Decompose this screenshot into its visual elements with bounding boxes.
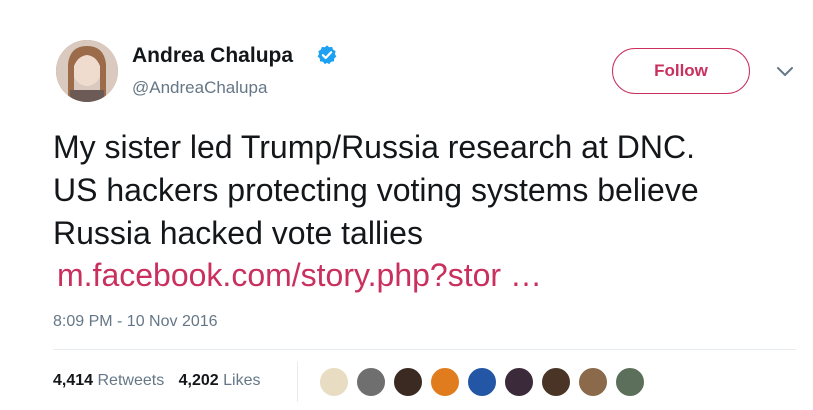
- tweet-timestamp[interactable]: 8:09 PM - 10 Nov 2016: [53, 313, 218, 331]
- chevron-down-icon[interactable]: [776, 66, 794, 78]
- liker-avatar-8[interactable]: [577, 366, 609, 398]
- author-handle[interactable]: @AndreaChalupa: [132, 78, 267, 98]
- verified-badge-icon: [317, 45, 337, 65]
- likes-stat[interactable]: 4,202 Likes: [179, 372, 261, 390]
- liker-avatar-9[interactable]: [614, 366, 646, 398]
- tweet-text-line: Russia hacked vote tallies: [53, 215, 423, 251]
- likes-label: Likes: [223, 372, 261, 389]
- likes-count: 4,202: [178, 372, 219, 389]
- author-name[interactable]: Andrea Chalupa: [132, 44, 293, 68]
- liker-avatar-6[interactable]: [503, 366, 535, 398]
- divider: [53, 349, 796, 350]
- liker-avatar-3[interactable]: [392, 366, 424, 398]
- liker-avatar-2[interactable]: [355, 366, 387, 398]
- liker-avatar-1[interactable]: [318, 366, 350, 398]
- liker-avatar-5[interactable]: [466, 366, 498, 398]
- tweet-card: Andrea Chalupa @AndreaChalupa Follow My …: [0, 0, 813, 410]
- tweet-text: My sister led Trump/Russia research at D…: [53, 126, 798, 255]
- tweet-link[interactable]: m.facebook.com/story.php?stor …: [57, 254, 542, 297]
- liker-avatar-4[interactable]: [429, 366, 461, 398]
- tweet-text-line: US hackers protecting voting systems bel…: [53, 172, 699, 208]
- liker-avatar-7[interactable]: [540, 366, 572, 398]
- engagement-stats: 4,414 Retweets 4,202 Likes: [53, 372, 271, 390]
- retweets-label: Retweets: [97, 372, 165, 389]
- profile-avatar[interactable]: [56, 40, 118, 102]
- retweets-count: 4,414: [53, 372, 94, 389]
- tweet-text-line: My sister led Trump/Russia research at D…: [53, 129, 695, 165]
- stats-separator: [297, 362, 298, 402]
- retweets-stat[interactable]: 4,414 Retweets: [53, 372, 164, 390]
- follow-button[interactable]: Follow: [612, 48, 750, 94]
